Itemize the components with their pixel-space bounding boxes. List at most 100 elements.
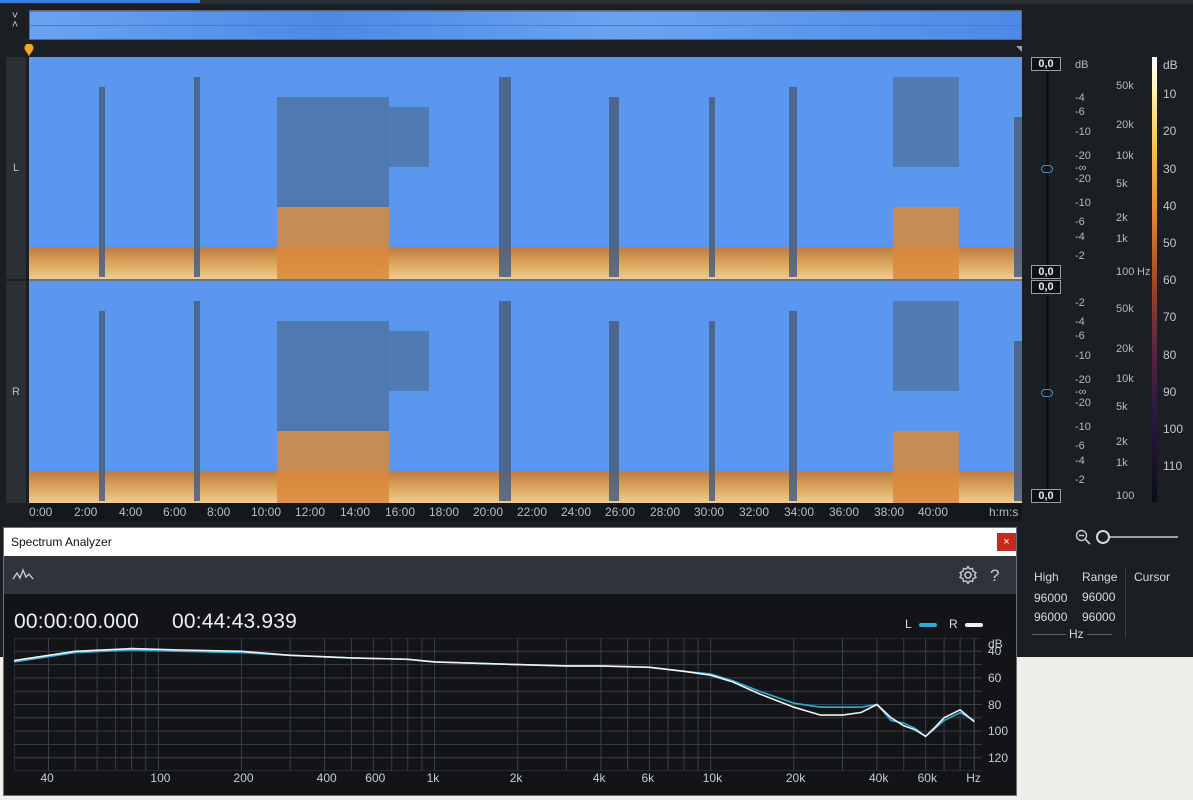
hz-scale-label: 50k: [1116, 303, 1134, 315]
time-label: 24:00: [561, 505, 592, 519]
spectrum-view-icon[interactable]: [12, 567, 34, 583]
time-label: 0:00: [29, 505, 53, 519]
time-label: 34:00: [784, 505, 815, 519]
hz-scale-label: 50k: [1116, 80, 1134, 92]
window-title: Spectrum Analyzer: [11, 535, 112, 549]
db-scale-label: -4: [1075, 92, 1085, 104]
overview-channel-r: [30, 26, 1021, 39]
meter-knob[interactable]: [1041, 165, 1053, 173]
y-tick-label: 120: [988, 750, 1009, 765]
channel-l-label[interactable]: L: [6, 162, 26, 174]
db-scale-label: -6: [1075, 216, 1085, 228]
zoom-controls: [1070, 525, 1193, 549]
colorbar-label: 60: [1163, 273, 1177, 287]
db-scale-label: -4: [1075, 455, 1085, 467]
legend-swatch-l[interactable]: [919, 623, 937, 627]
info-header-cursor: Cursor: [1134, 570, 1171, 584]
x-tick-label: 600: [365, 771, 386, 785]
collapse-overview-icon[interactable]: ˅ ˄: [5, 11, 25, 36]
playhead-marker[interactable]: [24, 44, 34, 56]
time-label: 26:00: [605, 505, 636, 519]
hz-scale-label: 100: [1116, 490, 1135, 502]
db-scale-label: -10: [1075, 197, 1091, 209]
time-label: 12:00: [295, 505, 326, 519]
peak-readout[interactable]: 0,0: [1031, 265, 1061, 279]
db-scale-label: -20: [1075, 173, 1091, 185]
db-scale-label: -10: [1075, 126, 1091, 138]
x-tick-label: Hz: [966, 771, 981, 785]
time-label: 32:00: [739, 505, 770, 519]
y-tick-label: 100: [988, 724, 1009, 739]
db-scale-label: -4: [1075, 316, 1085, 328]
peak-readout[interactable]: 0,0: [1031, 280, 1061, 294]
info-value: 96000: [1034, 610, 1068, 624]
legend-label-r: R: [949, 617, 958, 631]
spectrum-analyzer-window: Spectrum Analyzer × ? 00:00:00.000 00:44…: [3, 527, 1017, 796]
plot-grid: [14, 638, 982, 771]
colorbar-label: 70: [1163, 310, 1177, 324]
x-tick-label: 40k: [868, 771, 889, 785]
peak-readout[interactable]: 0,0: [1031, 57, 1061, 71]
x-tick-label: 200: [233, 771, 254, 785]
analyzer-toolbar: ?: [4, 556, 1016, 594]
time-label: 28:00: [650, 505, 681, 519]
colorbar-label: 30: [1163, 162, 1177, 176]
hz-scale-label: 5k: [1116, 178, 1128, 190]
time-label: 40:00: [918, 505, 949, 519]
x-tick-label: 400: [316, 771, 337, 785]
db-scale-label: -6: [1075, 106, 1085, 118]
time-label: 38:00: [874, 505, 905, 519]
hz-scale-label: 2k: [1116, 436, 1128, 448]
x-tick-label: 4k: [592, 771, 606, 785]
top-edge-accent: [0, 0, 200, 3]
x-tick-label: 60k: [917, 771, 937, 785]
hz-scale-label: 10k: [1116, 373, 1134, 385]
end-marker-icon[interactable]: [1016, 46, 1022, 52]
time-label: 10:00: [251, 505, 282, 519]
hz-scale-label: 20k: [1116, 119, 1134, 131]
close-button[interactable]: ×: [997, 533, 1016, 551]
channel-r-label[interactable]: R: [6, 386, 26, 398]
help-button[interactable]: ?: [990, 566, 999, 586]
time-label: 30:00: [694, 505, 725, 519]
hz-scale-label: 1k: [1116, 233, 1128, 245]
hz-scale-label: 100: [1116, 266, 1135, 278]
waveform-overview[interactable]: [29, 10, 1022, 40]
info-unit: Hz: [1066, 627, 1087, 641]
time-ruler[interactable]: 0:00 2:00 4:00 6:00 8:00 10:00 12:00 14:…: [29, 503, 1022, 521]
channel-r-spectrogram[interactable]: [29, 281, 1022, 503]
hz-scale-label: 1k: [1116, 457, 1128, 469]
hz-scale-label: 20k: [1116, 343, 1134, 355]
y-tick-label: 60: [988, 670, 1002, 685]
time-label: 4:00: [119, 505, 143, 519]
x-tick-label: 2k: [509, 771, 523, 785]
peak-readout[interactable]: 0,0: [1031, 489, 1061, 503]
time-label: 6:00: [163, 505, 187, 519]
x-tick-label: 10k: [702, 771, 723, 785]
time-label: 16:00: [385, 505, 416, 519]
legend-swatch-r[interactable]: [965, 623, 983, 627]
spectrogram-colorbar: [1152, 57, 1157, 502]
colorbar-label: 20: [1163, 124, 1177, 138]
colorbar-label: 110: [1163, 459, 1183, 473]
zoom-slider-track[interactable]: [1098, 536, 1178, 538]
db-scale-label: -10: [1075, 421, 1091, 433]
colorbar-label: 90: [1163, 385, 1177, 399]
zoom-out-icon[interactable]: [1075, 529, 1091, 545]
channel-l-spectrogram[interactable]: [29, 57, 1022, 279]
overview-channel-l: [30, 12, 1021, 25]
info-header-high: High: [1034, 570, 1059, 584]
meter-knob[interactable]: [1041, 389, 1053, 397]
db-scale-label: -10: [1075, 350, 1091, 362]
db-scale-label: -4: [1075, 231, 1085, 243]
x-tick-label: 1k: [426, 771, 440, 785]
y-tick-label: 80: [988, 697, 1002, 712]
spectrum-plot[interactable]: [14, 638, 982, 771]
window-titlebar[interactable]: Spectrum Analyzer ×: [4, 528, 1016, 556]
gear-icon[interactable]: [958, 565, 978, 585]
hz-scale-label: 10k: [1116, 150, 1134, 162]
x-tick-label: 40: [40, 771, 54, 785]
zoom-slider-handle[interactable]: [1096, 530, 1110, 544]
info-header-range: Range: [1082, 570, 1118, 584]
x-tick-label: 6k: [641, 771, 655, 785]
